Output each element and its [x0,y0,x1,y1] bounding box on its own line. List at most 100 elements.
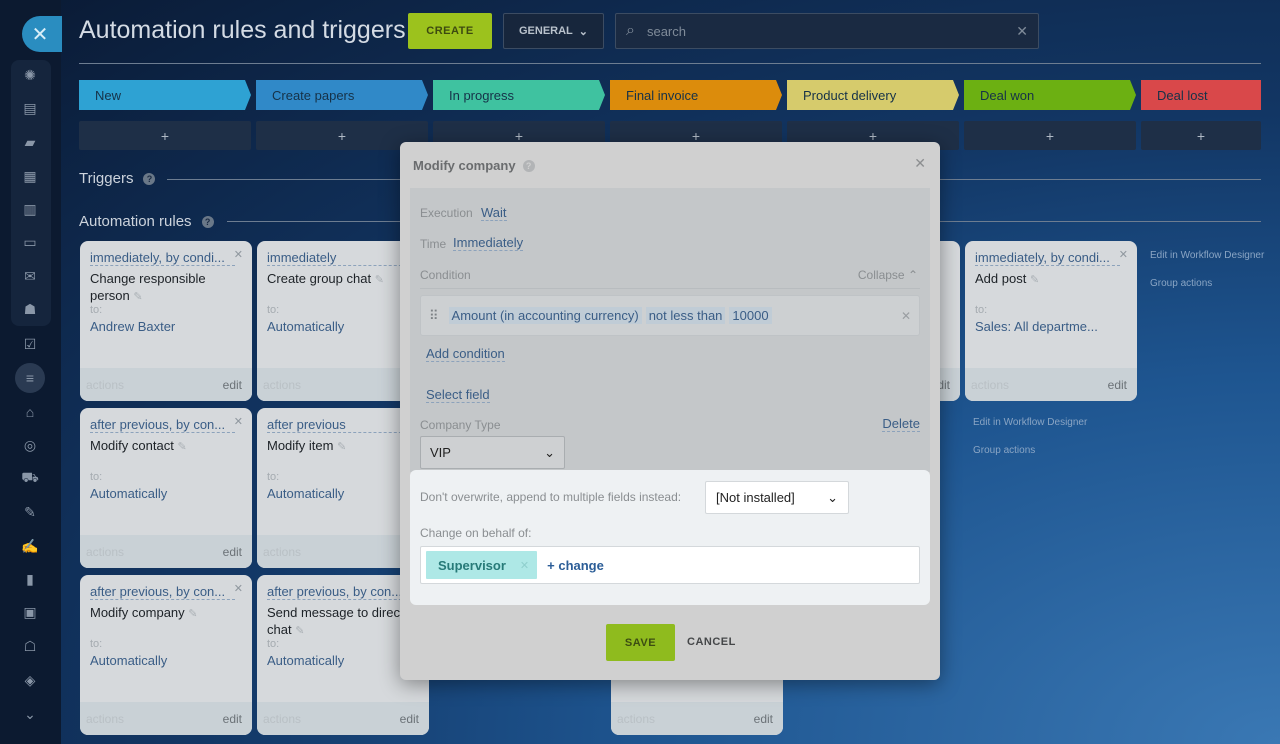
sidebar-item-groups[interactable]: ☗ [20,299,40,319]
clear-search-icon[interactable]: ✕ [1016,23,1028,40]
edit-link[interactable]: edit [754,712,773,726]
rule-target[interactable]: Automatically [267,319,344,334]
add-rule-button[interactable]: + [1141,121,1261,150]
rule-target[interactable]: Sales: All departme... [975,319,1098,334]
rule-card[interactable]: immediately, by condi... ✕ Change respon… [80,241,252,401]
group-actions-link[interactable]: Group actions [973,445,1035,456]
sidebar-item-company[interactable]: ⌂ [20,402,40,422]
group-actions-link[interactable]: Group actions [1150,278,1212,289]
pencil-icon[interactable]: ✎ [1030,274,1039,286]
condition-operator[interactable]: not less than [645,307,726,324]
rule-target[interactable]: Automatically [267,486,344,501]
sidebar-item-chat[interactable]: ▰ [20,132,40,152]
add-rule-button[interactable]: + [79,121,251,150]
sidebar-item-tasks[interactable]: ☑ [20,334,40,354]
actions-link[interactable]: actions [617,712,655,726]
remove-tag-icon[interactable]: ✕ [520,559,529,572]
rule-timing-link[interactable]: after previous, by con... [267,584,412,600]
sidebar-item-more[interactable]: ⌄ [20,704,40,724]
rule-timing-link[interactable]: immediately [267,250,412,266]
rule-timing-link[interactable]: immediately, by condi... [90,250,235,266]
delete-rule-icon[interactable]: ✕ [234,248,243,261]
delete-rule-icon[interactable]: ✕ [234,582,243,595]
add-rule-button[interactable]: + [964,121,1136,150]
rule-card[interactable]: after previous, by con... ✕ Modify conta… [80,408,252,568]
edit-workflow-designer-link[interactable]: Edit in Workflow Designer [973,417,1087,428]
drag-handle-icon[interactable]: ⠿ [429,308,439,324]
pencil-icon[interactable]: ✎ [177,441,186,453]
edit-link[interactable]: edit [400,712,419,726]
rule-target[interactable]: Automatically [90,653,167,668]
edit-link[interactable]: edit [223,712,242,726]
stage-2[interactable]: In progress [433,80,605,110]
general-dropdown[interactable]: GENERAL ⌄ [503,13,604,49]
rule-timing-link[interactable]: immediately, by condi... [975,250,1120,266]
time-value-link[interactable]: Immediately [453,235,524,251]
company-type-select[interactable]: VIP ⌄ [420,436,565,469]
pencil-icon[interactable]: ✎ [337,441,346,453]
stage-5[interactable]: Deal won [964,80,1136,110]
pencil-icon[interactable]: ✎ [188,608,197,620]
actions-link[interactable]: actions [971,378,1009,392]
remove-condition-icon[interactable]: ✕ [901,309,911,323]
stage-1[interactable]: Create papers [256,80,428,110]
help-icon[interactable]: ? [522,159,535,172]
rule-target[interactable]: Automatically [90,486,167,501]
sidebar-item-sign[interactable]: ✍ [20,536,40,556]
sidebar-item-calendar[interactable]: ▦ [20,166,40,186]
sidebar-item-contacts[interactable]: ▣ [20,602,40,622]
help-icon[interactable]: ? [143,172,156,185]
save-button[interactable]: SAVE [606,624,675,661]
sidebar-item-drive[interactable]: ▭ [20,232,40,252]
actions-link[interactable]: actions [86,712,124,726]
sidebar-item-documents[interactable]: ▥ [20,199,40,219]
sidebar-item-activity[interactable]: ✺ [20,65,40,85]
edit-link[interactable]: edit [223,378,242,392]
close-slider-button[interactable]: ✕ [22,16,62,52]
rule-card[interactable]: immediately, by condi... ✕ Add post ✎ to… [965,241,1137,401]
sidebar-item-robot[interactable]: ☖ [20,636,40,656]
append-select[interactable]: [Not installed] ⌄ [705,481,849,514]
sidebar-item-mail[interactable]: ✉ [20,266,40,286]
pencil-icon[interactable]: ✎ [133,291,142,303]
rule-timing-link[interactable]: after previous, by con... [90,417,235,433]
delete-rule-icon[interactable]: ✕ [234,415,243,428]
cancel-button[interactable]: CANCEL [687,636,736,648]
pencil-icon[interactable]: ✎ [375,274,384,286]
sidebar-item-reports[interactable]: ▮ [20,569,40,589]
sidebar-item-market[interactable]: ◈ [20,670,40,690]
sidebar-item-feed[interactable]: ▤ [20,98,40,118]
pencil-icon[interactable]: ✎ [295,625,304,637]
actions-link[interactable]: actions [263,545,301,559]
condition-value[interactable]: 10000 [729,307,772,324]
change-user-link[interactable]: + change [547,558,604,573]
rule-timing-link[interactable]: after previous [267,417,412,433]
sidebar-item-target[interactable]: ◎ [20,435,40,455]
edit-link[interactable]: edit [1108,378,1127,392]
actions-link[interactable]: actions [263,712,301,726]
actions-link[interactable]: actions [263,378,301,392]
close-icon[interactable]: ✕ [914,155,926,172]
stage-0[interactable]: New [79,80,251,110]
sidebar-item-crm[interactable]: ≡ [15,363,45,393]
sidebar-item-shop[interactable]: ⛟ [20,468,40,488]
edit-link[interactable]: edit [223,545,242,559]
actions-link[interactable]: actions [86,378,124,392]
stage-4[interactable]: Product delivery [787,80,959,110]
rule-target[interactable]: Automatically [267,653,344,668]
sidebar-item-forms[interactable]: ✎ [20,502,40,522]
rule-timing-link[interactable]: after previous, by con... [90,584,235,600]
edit-workflow-designer-link[interactable]: Edit in Workflow Designer [1150,250,1264,261]
condition-field[interactable]: Amount (in accounting currency) [448,307,642,324]
rule-target[interactable]: Andrew Baxter [90,319,175,334]
search-input[interactable]: ⌕ search ✕ [615,13,1039,49]
collapse-button[interactable]: Collapse ⌃ [858,268,918,282]
create-button[interactable]: CREATE [408,13,492,49]
execution-value-link[interactable]: Wait [481,205,507,221]
add-condition-link[interactable]: Add condition [426,346,505,362]
rule-card[interactable]: after previous, by con... ✕ Modify compa… [80,575,252,735]
stage-6[interactable]: Deal lost [1141,80,1261,110]
delete-field-link[interactable]: Delete [882,416,920,432]
behalf-user-field[interactable]: Supervisor ✕ + change [420,546,920,584]
actions-link[interactable]: actions [86,545,124,559]
